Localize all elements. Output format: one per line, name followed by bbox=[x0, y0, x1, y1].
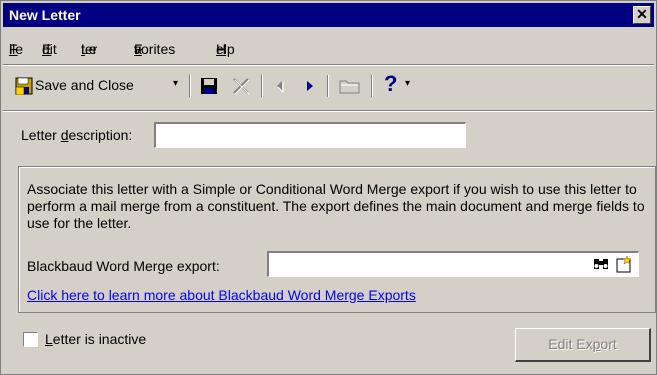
letter-description-label: Letter description: bbox=[21, 127, 133, 143]
letter-inactive-label[interactable]: Letter is inactive bbox=[45, 331, 146, 347]
toolbar: Save and Close ▾ ? ▾ bbox=[3, 67, 654, 107]
chevron-down-icon[interactable]: ▾ bbox=[173, 78, 178, 89]
toolbar-top-divider bbox=[3, 64, 654, 66]
word-merge-description: Associate this letter with a Simple or C… bbox=[27, 181, 645, 231]
word-merge-group: Associate this letter with a Simple or C… bbox=[18, 166, 656, 313]
binoculars-icon[interactable] bbox=[592, 256, 610, 272]
new-item-icon[interactable] bbox=[614, 255, 634, 273]
save-disk-icon[interactable] bbox=[200, 77, 218, 95]
new-letter-window: New Letter ✕ File Edit Le t ter Fa vorites … bbox=[0, 0, 657, 375]
delete-x-icon[interactable] bbox=[231, 77, 251, 95]
toolbar-separator bbox=[261, 75, 263, 97]
word-merge-export-label: Blackbaud Word Merge export: bbox=[27, 258, 220, 274]
window-title: New Letter bbox=[9, 7, 81, 23]
toolbar-separator bbox=[189, 75, 191, 97]
learn-more-link[interactable]: Click here to learn more about Blackbaud… bbox=[27, 287, 416, 303]
save-and-close-label: Save and Close bbox=[35, 77, 134, 93]
toolbar-separator bbox=[371, 75, 373, 97]
help-question-icon[interactable]: ? bbox=[384, 71, 397, 97]
word-merge-export-input[interactable] bbox=[267, 251, 639, 277]
save-close-icon bbox=[15, 77, 33, 95]
toolbar-separator bbox=[327, 75, 329, 97]
chevron-down-icon[interactable]: ▾ bbox=[405, 78, 410, 89]
letter-description-input[interactable] bbox=[154, 122, 466, 148]
close-icon[interactable]: ✕ bbox=[633, 6, 651, 24]
folder-icon[interactable] bbox=[339, 77, 361, 95]
toolbar-bottom-divider bbox=[3, 110, 654, 112]
save-and-close-button[interactable]: Save and Close ▾ bbox=[15, 75, 189, 97]
letter-inactive-checkbox[interactable] bbox=[23, 332, 38, 347]
next-arrow-icon[interactable] bbox=[303, 79, 317, 93]
title-bar[interactable]: New Letter ✕ bbox=[3, 3, 654, 27]
edit-export-button[interactable]: Edit Export bbox=[515, 328, 651, 362]
previous-arrow-icon[interactable] bbox=[273, 79, 287, 93]
